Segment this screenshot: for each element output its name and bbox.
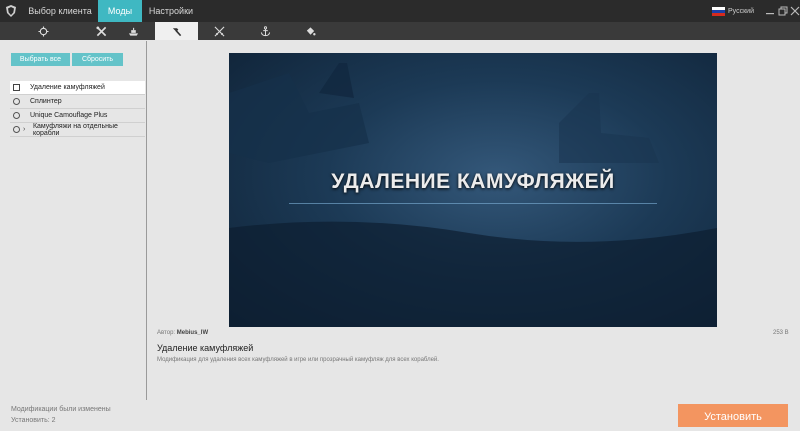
ship-icon — [128, 27, 139, 36]
mod-title: Удаление камуфляжей — [157, 343, 254, 353]
tab-hammer[interactable] — [155, 22, 198, 40]
anchor-icon — [260, 25, 271, 36]
author-line: Автор: Mebius_lW — [157, 330, 208, 336]
tab-settings[interactable]: Настройки — [142, 0, 200, 22]
crosshair-icon — [38, 25, 49, 37]
install-button[interactable]: Установить — [678, 404, 788, 427]
mod-item-camo-removal[interactable]: Удаление камуфляжей — [10, 81, 145, 95]
mod-list: Удаление камуфляжей Сплинтер Unique Camo… — [10, 81, 145, 137]
category-tab-bar — [0, 22, 800, 40]
close-icon[interactable] — [790, 6, 800, 16]
mod-item-splinter[interactable]: Сплинтер — [10, 95, 145, 109]
mod-item-unique-camo[interactable]: Unique Camouflage Plus — [10, 109, 145, 123]
russian-flag-icon — [712, 6, 725, 16]
mod-radio[interactable] — [13, 112, 20, 119]
author-label: Автор: — [157, 330, 176, 336]
tab-ships[interactable] — [112, 22, 155, 40]
mod-radio[interactable] — [13, 126, 20, 133]
tab-aim[interactable] — [22, 22, 65, 40]
restore-icon[interactable] — [778, 6, 788, 16]
mod-item-label: Удаление камуфляжей — [30, 84, 105, 91]
chevron-right-icon[interactable]: › — [23, 126, 25, 133]
top-menu-bar: Выбор клиента Моды Настройки Русский — [0, 0, 800, 22]
mod-item-ship-camo[interactable]: › Камуфляжи на отдельные корабли — [10, 123, 145, 137]
mod-size: 253 B — [773, 330, 789, 336]
sidebar-divider — [146, 41, 147, 400]
select-all-button[interactable]: Выбрать все — [11, 53, 70, 66]
mod-checkbox[interactable] — [13, 84, 20, 91]
preview-title: УДАЛЕНИЕ КАМУФЛЯЖЕЙ — [331, 170, 615, 193]
author-name: Mebius_lW — [176, 330, 209, 336]
mod-radio[interactable] — [13, 98, 20, 105]
paint-bucket-icon — [306, 26, 316, 35]
crossed-tools-icon — [96, 25, 107, 36]
tab-anchor[interactable] — [244, 22, 287, 40]
mod-preview-image: УДАЛЕНИЕ КАМУФЛЯЖЕЙ — [229, 53, 717, 327]
minimize-icon[interactable] — [765, 6, 775, 16]
app-logo-icon — [6, 5, 16, 17]
mod-description: Модификация для удаления всех камуфляжей… — [157, 357, 439, 363]
crossed-swords-icon — [214, 26, 225, 36]
tab-client-select[interactable]: Выбор клиента — [22, 0, 98, 22]
status-changed: Модификации были изменены — [11, 406, 111, 413]
tab-weapons[interactable] — [198, 22, 241, 40]
status-install-count: Установить: 2 — [11, 417, 56, 424]
mod-item-label: Камуфляжи на отдельные корабли — [32, 122, 118, 137]
mod-item-label: Unique Camouflage Plus — [30, 112, 108, 119]
hammer-icon — [172, 27, 182, 36]
reset-button[interactable]: Сбросить — [72, 53, 123, 66]
mod-item-label: Сплинтер — [30, 98, 62, 105]
tab-paint[interactable] — [289, 22, 332, 40]
tab-mods[interactable]: Моды — [98, 0, 142, 22]
language-label: Русский — [728, 7, 754, 15]
language-selector[interactable]: Русский — [712, 6, 754, 16]
